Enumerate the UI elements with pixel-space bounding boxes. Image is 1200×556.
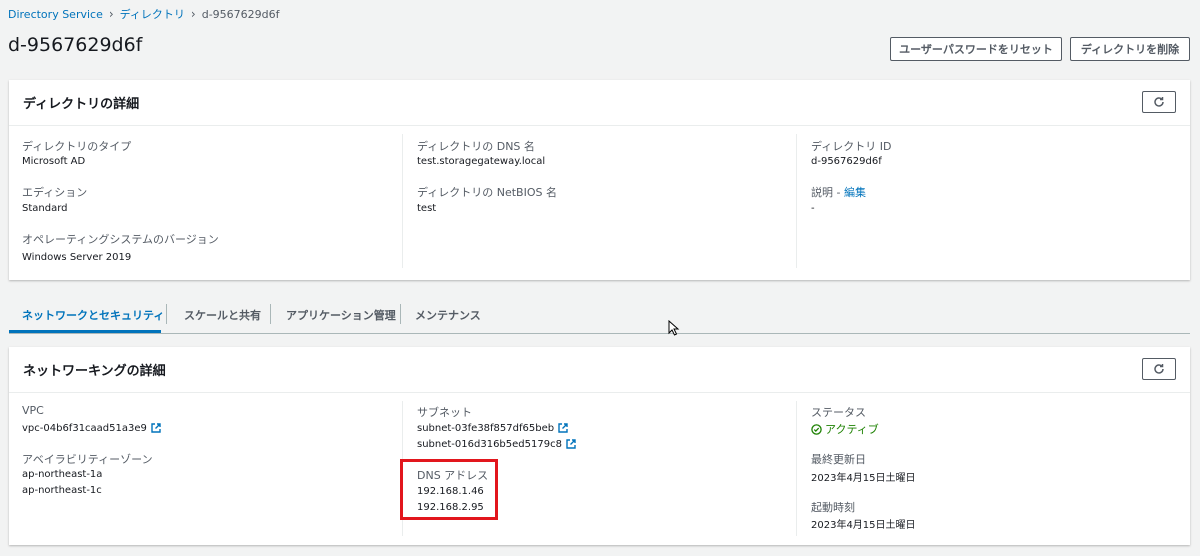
mouse-cursor-icon bbox=[668, 320, 680, 336]
delete-directory-button[interactable]: ディレクトリを削除 bbox=[1070, 37, 1190, 61]
description-label: 説明 - 編集 bbox=[811, 184, 866, 200]
refresh-button[interactable] bbox=[1142, 358, 1176, 380]
subnet-value: subnet-03fe38f857df65beb bbox=[417, 423, 555, 434]
edition-value: Standard bbox=[22, 203, 68, 214]
vpc-label: VPC bbox=[22, 404, 44, 417]
dns-name-label: ディレクトリの DNS 名 bbox=[417, 140, 535, 153]
column-divider bbox=[796, 134, 797, 268]
directory-type-value: Microsoft AD bbox=[22, 156, 86, 167]
page-title: d-9567629d6f bbox=[8, 34, 143, 56]
vpc-value: vpc-04b6f31caad51a3e9 bbox=[22, 423, 147, 434]
active-tab-indicator bbox=[9, 330, 161, 333]
description-label-text: 説明 - bbox=[811, 186, 844, 199]
subnet-link[interactable]: subnet-016d316b5ed5179c8 bbox=[417, 439, 576, 450]
az-value: ap-northeast-1a bbox=[22, 469, 103, 480]
edition-label: エディション bbox=[22, 186, 88, 199]
tab-divider bbox=[270, 304, 271, 324]
check-circle-icon bbox=[811, 423, 822, 435]
launch-time-value: 2023年4月15日土曜日 bbox=[811, 520, 916, 531]
breadcrumb-current: d-9567629d6f bbox=[201, 7, 280, 21]
dns-name-value: test.storagegateway.local bbox=[417, 156, 546, 167]
os-version-label: オペレーティングシステムのバージョン bbox=[22, 233, 219, 246]
breadcrumb-directories[interactable]: ディレクトリ bbox=[120, 6, 185, 22]
netbios-label: ディレクトリの NetBIOS 名 bbox=[417, 186, 557, 199]
refresh-icon bbox=[1154, 97, 1164, 107]
edit-description-link[interactable]: 編集 bbox=[844, 186, 866, 199]
last-updated-label: 最終更新日 bbox=[811, 453, 866, 466]
dns-highlight-box bbox=[400, 459, 498, 520]
tab-network-security[interactable]: ネットワークとセキュリティ bbox=[22, 297, 164, 333]
directory-id-value: d-9567629d6f bbox=[811, 156, 882, 167]
az-value: ap-northeast-1c bbox=[22, 485, 102, 496]
refresh-button[interactable] bbox=[1142, 91, 1176, 113]
panel-header: ディレクトリの詳細 bbox=[9, 80, 1190, 126]
networking-details-panel: ネットワーキングの詳細 VPC vpc-04b6f31caad51a3e9 アベ… bbox=[9, 347, 1190, 545]
az-label: アベイラビリティーゾーン bbox=[22, 453, 153, 466]
tab-maintenance[interactable]: メンテナンス bbox=[415, 297, 481, 333]
panel-header: ネットワーキングの詳細 bbox=[9, 347, 1190, 393]
last-updated-value: 2023年4月15日土曜日 bbox=[811, 473, 916, 484]
directory-type-label: ディレクトリのタイプ bbox=[22, 140, 132, 153]
tab-divider bbox=[400, 304, 401, 324]
directory-details-title: ディレクトリの詳細 bbox=[23, 97, 140, 112]
external-link-icon bbox=[566, 439, 576, 449]
status-value: アクティブ bbox=[825, 423, 879, 436]
networking-details-title: ネットワーキングの詳細 bbox=[23, 364, 166, 379]
description-value: - bbox=[811, 203, 815, 214]
breadcrumb: Directory Service › ディレクトリ › d-9567629d6… bbox=[8, 6, 280, 22]
breadcrumb-directory-service[interactable]: Directory Service bbox=[8, 8, 103, 21]
status-label: ステータス bbox=[811, 406, 866, 419]
os-version-value: Windows Server 2019 bbox=[22, 252, 132, 263]
directory-details-panel: ディレクトリの詳細 ディレクトリのタイプ Microsoft AD エディション… bbox=[9, 80, 1190, 280]
launch-time-label: 起動時刻 bbox=[811, 501, 855, 514]
subnet-value: subnet-016d316b5ed5179c8 bbox=[417, 439, 562, 450]
refresh-icon bbox=[1154, 364, 1164, 374]
column-divider bbox=[796, 401, 797, 536]
subnet-link[interactable]: subnet-03fe38f857df65beb bbox=[417, 423, 568, 434]
tab-application-management[interactable]: アプリケーション管理 bbox=[286, 297, 396, 333]
reset-password-button[interactable]: ユーザーパスワードをリセット bbox=[890, 37, 1062, 61]
column-divider bbox=[402, 134, 403, 268]
external-link-icon bbox=[558, 423, 568, 433]
tab-scale-sharing[interactable]: スケールと共有 bbox=[184, 297, 261, 333]
tab-divider bbox=[166, 304, 167, 324]
chevron-right-icon: › bbox=[108, 7, 114, 21]
external-link-icon bbox=[151, 423, 161, 433]
vpc-link[interactable]: vpc-04b6f31caad51a3e9 bbox=[22, 423, 161, 434]
netbios-value: test bbox=[417, 203, 437, 214]
status-badge: アクティブ bbox=[811, 421, 879, 437]
chevron-right-icon: › bbox=[190, 7, 196, 21]
subnet-label: サブネット bbox=[417, 406, 472, 419]
directory-id-label: ディレクトリ ID bbox=[811, 140, 892, 153]
